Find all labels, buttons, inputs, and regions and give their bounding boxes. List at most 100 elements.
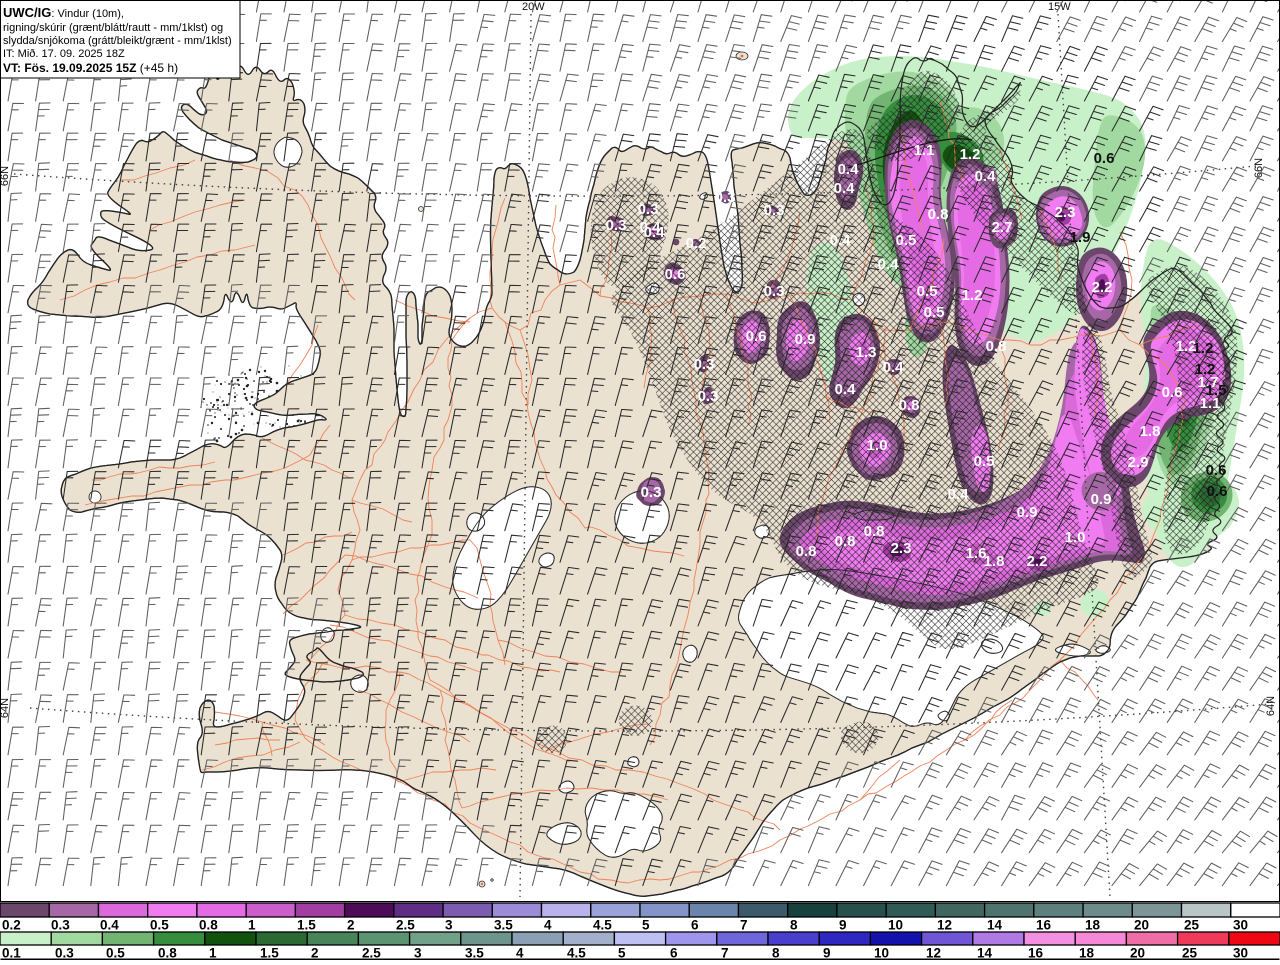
svg-text:0.5: 0.5	[917, 283, 938, 300]
svg-text:12: 12	[937, 918, 952, 933]
svg-text:4: 4	[544, 918, 552, 933]
svg-text:0.6: 0.6	[1162, 384, 1183, 401]
svg-text:2.3: 2.3	[891, 540, 912, 557]
svg-text:10: 10	[888, 918, 903, 933]
svg-text:0.8: 0.8	[796, 543, 817, 560]
svg-text:20: 20	[1134, 918, 1149, 933]
svg-text:7: 7	[721, 946, 729, 961]
svg-text:1.0: 1.0	[1065, 529, 1086, 546]
svg-text:0.3: 0.3	[641, 484, 662, 501]
svg-text:1.9: 1.9	[1070, 229, 1091, 246]
svg-text:0.8: 0.8	[199, 918, 218, 933]
svg-text:0.9: 0.9	[1017, 504, 1038, 521]
svg-text:0.4: 0.4	[883, 359, 905, 376]
svg-text:0.4: 0.4	[835, 381, 857, 398]
svg-text:0.2: 0.2	[686, 235, 707, 252]
svg-text:0.6: 0.6	[1094, 150, 1115, 167]
svg-text:0.3: 0.3	[55, 946, 74, 961]
svg-text:0.3: 0.3	[606, 217, 627, 234]
svg-text:1.2: 1.2	[1195, 361, 1216, 378]
svg-text:14: 14	[977, 946, 993, 961]
svg-text:14: 14	[987, 918, 1003, 933]
svg-text:0.6: 0.6	[665, 266, 686, 283]
svg-text:16: 16	[1028, 946, 1044, 961]
svg-text:2: 2	[347, 918, 355, 933]
svg-text:0.4: 0.4	[975, 168, 997, 185]
svg-text:0.4: 0.4	[834, 180, 856, 197]
svg-text:6: 6	[691, 918, 699, 933]
svg-text:25: 25	[1182, 946, 1198, 961]
svg-text:9: 9	[839, 918, 847, 933]
svg-text:1.1: 1.1	[914, 142, 935, 159]
svg-text:0.8: 0.8	[158, 946, 177, 961]
svg-text:0.3: 0.3	[51, 918, 70, 933]
svg-text:30: 30	[1233, 946, 1248, 961]
svg-text:0.9: 0.9	[1091, 491, 1112, 508]
svg-text:0.3: 0.3	[764, 202, 785, 219]
svg-text:0.5: 0.5	[896, 232, 917, 249]
svg-text:2.2: 2.2	[1092, 279, 1113, 296]
svg-text:2.5: 2.5	[362, 946, 381, 961]
svg-text:IT: Mið. 17. 09. 2025 18Z: IT: Mið. 17. 09. 2025 18Z	[3, 48, 125, 60]
svg-text:18: 18	[1085, 918, 1101, 933]
svg-text:3: 3	[414, 946, 422, 961]
svg-text:1.5: 1.5	[260, 946, 279, 961]
svg-text:9: 9	[823, 946, 831, 961]
svg-text:2.3: 2.3	[1055, 204, 1076, 221]
svg-text:1.8: 1.8	[1140, 423, 1161, 440]
svg-text:1.3: 1.3	[856, 344, 877, 361]
svg-text:12: 12	[926, 946, 941, 961]
svg-text:0.4: 0.4	[644, 224, 666, 241]
svg-text:0.3: 0.3	[764, 283, 785, 300]
svg-text:4: 4	[516, 946, 524, 961]
svg-text:2: 2	[311, 946, 319, 961]
svg-text:1: 1	[209, 946, 217, 961]
svg-text:1.2: 1.2	[962, 287, 983, 304]
svg-text:0.8: 0.8	[986, 338, 1007, 355]
svg-text:0.8: 0.8	[835, 533, 856, 550]
svg-text:0.4: 0.4	[838, 161, 860, 178]
svg-text:0.4: 0.4	[878, 256, 900, 273]
svg-text:UWC/IG: Vindur (10m),: UWC/IG: Vindur (10m),	[3, 5, 124, 20]
svg-text:0.3: 0.3	[698, 388, 719, 405]
svg-text:3.5: 3.5	[465, 946, 484, 961]
svg-text:7: 7	[740, 918, 748, 933]
svg-text:1.5: 1.5	[297, 918, 316, 933]
svg-text:1.5: 1.5	[1206, 382, 1227, 399]
svg-text:6: 6	[670, 946, 678, 961]
svg-text:2.5: 2.5	[396, 918, 415, 933]
svg-text:4.5: 4.5	[593, 918, 612, 933]
svg-text:0.9: 0.9	[795, 331, 816, 348]
svg-text:16: 16	[1036, 918, 1052, 933]
svg-text:0.6: 0.6	[1207, 483, 1228, 500]
svg-text:8: 8	[772, 946, 780, 961]
svg-text:0.4: 0.4	[100, 918, 119, 933]
svg-text:8: 8	[790, 918, 798, 933]
svg-text:30: 30	[1233, 918, 1248, 933]
svg-text:2.9: 2.9	[1128, 454, 1149, 471]
svg-text:1.2: 1.2	[1193, 340, 1214, 357]
svg-text:10: 10	[874, 946, 889, 961]
svg-text:5: 5	[618, 946, 626, 961]
svg-text:VT: Fös. 19.09.2025 15Z (+45 h: VT: Fös. 19.09.2025 15Z (+45 h)	[3, 61, 178, 75]
svg-text:25: 25	[1184, 918, 1200, 933]
svg-text:5: 5	[642, 918, 650, 933]
svg-text:0.3: 0.3	[715, 189, 736, 206]
svg-text:3.5: 3.5	[494, 918, 513, 933]
svg-text:1.0: 1.0	[867, 437, 888, 454]
svg-text:0.8: 0.8	[899, 397, 920, 414]
svg-text:0.3: 0.3	[638, 201, 659, 218]
svg-text:0.1: 0.1	[2, 946, 21, 961]
svg-text:18: 18	[1079, 946, 1095, 961]
svg-text:0.5: 0.5	[974, 453, 995, 470]
svg-text:0.5: 0.5	[106, 946, 125, 961]
svg-text:0.5: 0.5	[924, 304, 945, 321]
svg-text:slydda/snjókoma (grátt/bleikt/: slydda/snjókoma (grátt/bleikt/grænt - mm…	[3, 35, 232, 47]
svg-text:2.7: 2.7	[992, 219, 1013, 236]
svg-text:0.6: 0.6	[746, 328, 767, 345]
svg-text:1.8: 1.8	[984, 553, 1005, 570]
svg-text:0.2: 0.2	[2, 918, 21, 933]
svg-text:0.4: 0.4	[948, 486, 970, 503]
svg-text:4.5: 4.5	[567, 946, 586, 961]
svg-text:0.8: 0.8	[928, 206, 949, 223]
